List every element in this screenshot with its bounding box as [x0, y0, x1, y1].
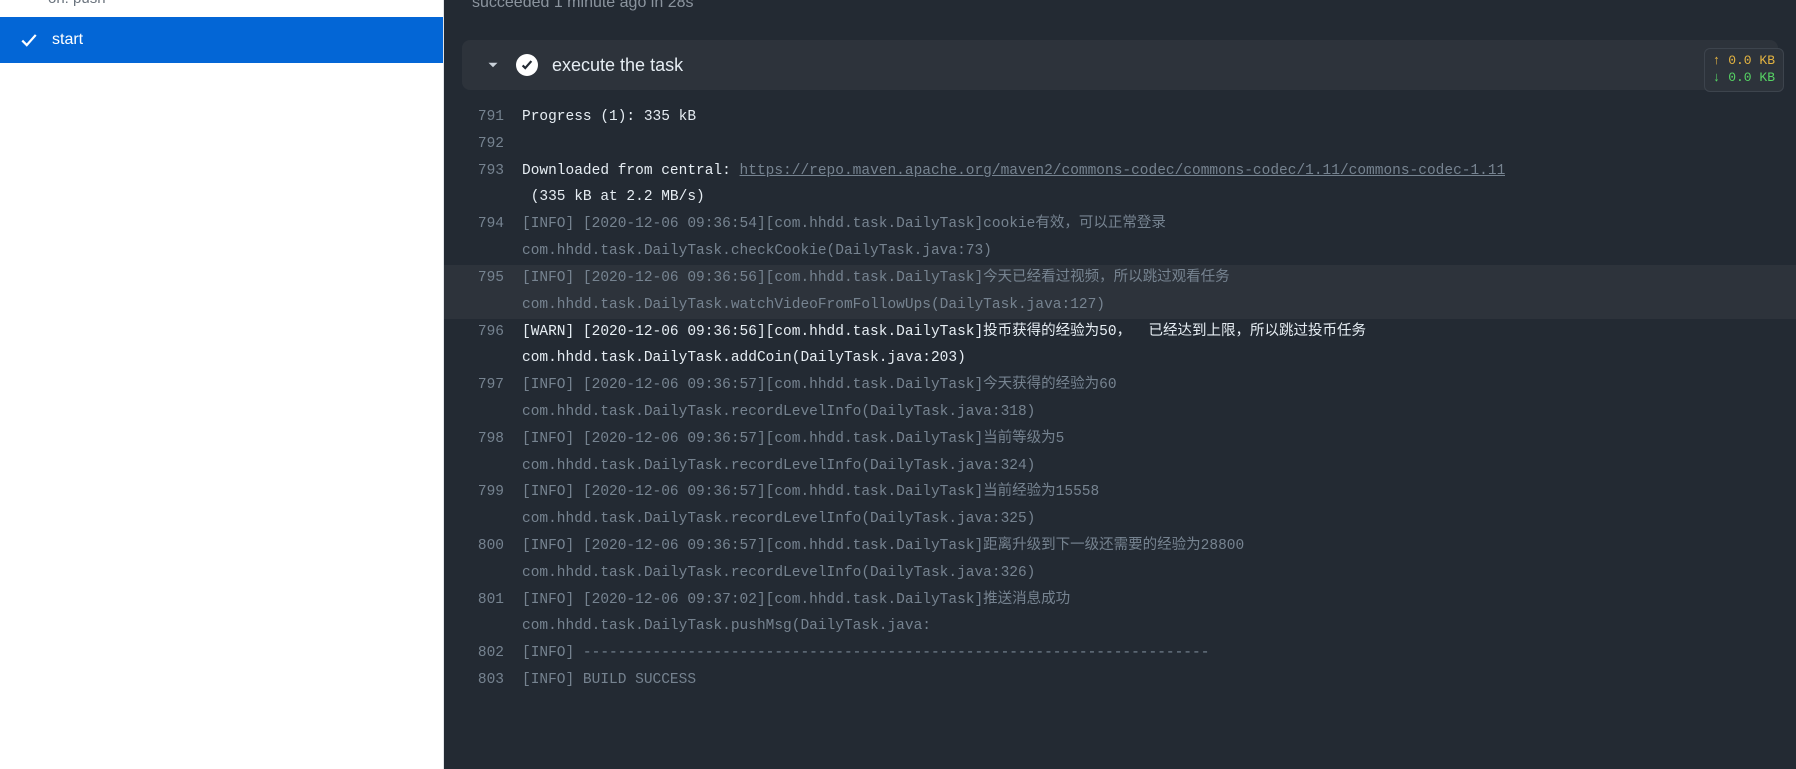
log-line[interactable]: 802[INFO] ------------------------------…: [444, 640, 1796, 667]
line-text: Progress (1): 335 kB: [522, 104, 696, 131]
log-line[interactable]: 795[INFO] [2020-12-06 09:36:56][com.hhdd…: [444, 265, 1796, 319]
log-line[interactable]: 797[INFO] [2020-12-06 09:36:57][com.hhdd…: [444, 372, 1796, 426]
line-number: 799: [462, 479, 522, 533]
log-line[interactable]: 803[INFO] BUILD SUCCESS: [444, 667, 1796, 694]
log-output[interactable]: 791Progress (1): 335 kB792793Downloaded …: [444, 98, 1796, 769]
chevron-down-icon: [484, 56, 502, 74]
log-line[interactable]: 799[INFO] [2020-12-06 09:36:57][com.hhdd…: [444, 479, 1796, 533]
log-line[interactable]: 791Progress (1): 335 kB: [444, 104, 1796, 131]
log-line[interactable]: 801[INFO] [2020-12-06 09:37:02][com.hhdd…: [444, 587, 1796, 641]
line-text: [INFO] [2020-12-06 09:36:56][com.hhdd.ta…: [522, 265, 1230, 319]
log-line[interactable]: 792: [444, 131, 1796, 158]
sidebar-job-start[interactable]: start: [0, 17, 443, 63]
log-line[interactable]: 798[INFO] [2020-12-06 09:36:57][com.hhdd…: [444, 426, 1796, 480]
log-line[interactable]: 800[INFO] [2020-12-06 09:36:57][com.hhdd…: [444, 533, 1796, 587]
line-number: 802: [462, 640, 522, 667]
log-line[interactable]: 796[WARN] [2020-12-06 09:36:56][com.hhdd…: [444, 319, 1796, 373]
line-number: 803: [462, 667, 522, 694]
line-text: [INFO] [2020-12-06 09:36:54][com.hhdd.ta…: [522, 211, 1166, 265]
log-panel: succeeded 1 minute ago in 28s execute th…: [444, 0, 1796, 769]
line-number: 794: [462, 211, 522, 265]
line-number: 793: [462, 158, 522, 212]
workflow-trigger: on: push: [0, 0, 443, 17]
line-number: 792: [462, 131, 522, 158]
run-status: succeeded 1 minute ago in 28s: [444, 0, 1796, 22]
check-circle-icon: [516, 54, 538, 76]
line-text: [INFO] [2020-12-06 09:36:57][com.hhdd.ta…: [522, 533, 1244, 587]
line-text: [INFO] [2020-12-06 09:36:57][com.hhdd.ta…: [522, 372, 1117, 426]
line-text: [WARN] [2020-12-06 09:36:56][com.hhdd.ta…: [522, 319, 1366, 373]
download-size: 0.0 KB: [1728, 70, 1775, 85]
line-number: 796: [462, 319, 522, 373]
line-text: [INFO] [2020-12-06 09:37:02][com.hhdd.ta…: [522, 587, 1070, 641]
step-title: execute the task: [552, 55, 683, 76]
check-icon: [20, 31, 38, 49]
line-number: 797: [462, 372, 522, 426]
upload-size: 0.0 KB: [1728, 53, 1775, 68]
line-number: 800: [462, 533, 522, 587]
line-text: [INFO] [2020-12-06 09:36:57][com.hhdd.ta…: [522, 479, 1099, 533]
app-layout: on: push start succeeded 1 minute ago in…: [0, 0, 1796, 769]
line-number: 795: [462, 265, 522, 319]
workflow-sidebar: on: push start: [0, 0, 444, 769]
log-line[interactable]: 794[INFO] [2020-12-06 09:36:54][com.hhdd…: [444, 211, 1796, 265]
log-line[interactable]: 793Downloaded from central: https://repo…: [444, 158, 1796, 212]
line-text: [INFO] BUILD SUCCESS: [522, 667, 696, 694]
line-number: 798: [462, 426, 522, 480]
sidebar-job-label: start: [52, 31, 83, 49]
transfer-size-badge: ↑ 0.0 KB ↓ 0.0 KB: [1704, 48, 1784, 92]
line-text: [INFO] ---------------------------------…: [522, 640, 1209, 667]
step-header[interactable]: execute the task ↑ 0.0 KB ↓ 0.0 KB: [462, 40, 1778, 90]
line-text: Downloaded from central: https://repo.ma…: [522, 158, 1505, 212]
arrow-up-icon: ↑: [1713, 53, 1721, 68]
line-number: 801: [462, 587, 522, 641]
line-text: [INFO] [2020-12-06 09:36:57][com.hhdd.ta…: [522, 426, 1064, 480]
line-number: 791: [462, 104, 522, 131]
arrow-down-icon: ↓: [1713, 70, 1721, 85]
download-link[interactable]: https://repo.maven.apache.org/maven2/com…: [740, 163, 1506, 179]
